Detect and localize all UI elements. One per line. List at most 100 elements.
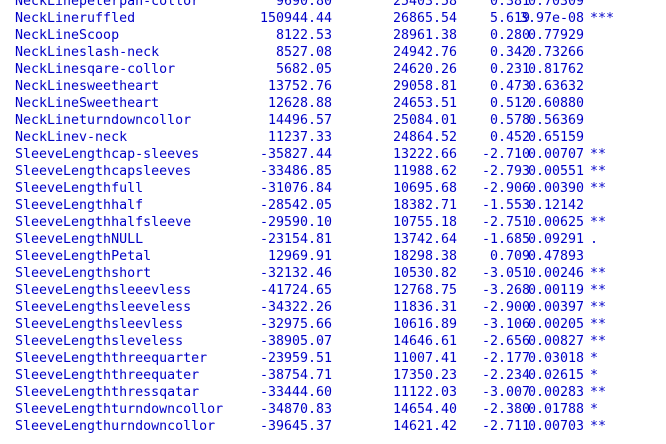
coef-t-value: -2.710 <box>481 147 530 162</box>
coef-table-row: SleeveLengththreequater -38754.71 17350.23… <box>0 367 666 384</box>
coef-p-value: 0.01788 <box>527 402 584 417</box>
coef-signif-code: ** <box>590 317 607 332</box>
coef-name: NeckLinev-neck <box>15 130 128 145</box>
coef-name: SleeveLengththreequater <box>15 368 200 383</box>
coef-signif-code: * <box>590 368 599 383</box>
coef-t-value: -3.007 <box>481 385 530 400</box>
coef-table-row: NeckLinesqare-collor 5682.05 24620.26 0.231… <box>0 61 666 78</box>
coef-std-error: 18298.38 <box>392 249 457 264</box>
coef-signif-code: ** <box>590 266 607 281</box>
coef-table-row: NeckLineruffled 150944.44 26865.54 5.619 3.9… <box>0 10 666 27</box>
coef-std-error: 10695.68 <box>392 181 457 196</box>
coef-p-value: 0.00119 <box>527 283 584 298</box>
coef-std-error: 24653.51 <box>392 96 457 111</box>
coef-std-error: 29058.81 <box>392 79 457 94</box>
coef-table-row: NeckLineturndowncollor 14496.57 25084.01 0.… <box>0 112 666 129</box>
coef-std-error: 11007.41 <box>392 351 457 366</box>
coef-t-value: -2.234 <box>481 368 530 383</box>
coef-t-value: -2.793 <box>481 164 530 179</box>
coef-estimate: -32975.66 <box>259 317 332 332</box>
coef-p-value: 0.63632 <box>527 79 584 94</box>
coef-name: NeckLinesqare-collor <box>15 62 176 77</box>
coef-p-value: 0.00283 <box>527 385 584 400</box>
coef-std-error: 10616.89 <box>392 317 457 332</box>
coef-std-error: 24620.26 <box>392 62 457 77</box>
coef-table-row: SleeveLengthcapsleeves -33486.85 11988.62 -… <box>0 163 666 180</box>
coef-t-value: 0.709 <box>489 249 530 264</box>
coef-p-value: 0.00246 <box>527 266 584 281</box>
coef-table-row: SleeveLengthsleevless -32975.66 10616.89 -3… <box>0 316 666 333</box>
coef-signif-code: ** <box>590 147 607 162</box>
coef-name: SleeveLengthshort <box>15 266 152 281</box>
coef-estimate: -23959.51 <box>259 351 332 366</box>
coef-table-row: SleeveLengthhalfsleeve -29590.10 10755.18 -… <box>0 214 666 231</box>
coef-t-value: 0.231 <box>489 62 530 77</box>
coef-t-value: 0.512 <box>489 96 530 111</box>
coef-table-row: NeckLinev-neck 11237.33 24864.52 0.452 0.651… <box>0 129 666 146</box>
coef-p-value: 0.12142 <box>527 198 584 213</box>
coef-signif-code: ** <box>590 283 607 298</box>
coef-table-row: SleeveLengthNULL -23154.81 13742.64 -1.685 0… <box>0 231 666 248</box>
coef-t-value: -2.906 <box>481 181 530 196</box>
coef-signif-code: * <box>590 351 599 366</box>
coef-estimate: -41724.65 <box>259 283 332 298</box>
coef-table-row: SleeveLengththreequarter -23959.51 11007.4… <box>0 350 666 367</box>
coef-estimate: 9690.80 <box>275 0 332 9</box>
coef-estimate: -33486.85 <box>259 164 332 179</box>
coef-std-error: 14654.40 <box>392 402 457 417</box>
coef-name: NeckLinesweetheart <box>15 79 160 94</box>
coef-estimate: 8122.53 <box>275 28 332 43</box>
coef-estimate: -39645.37 <box>259 419 332 434</box>
coef-std-error: 18382.71 <box>392 198 457 213</box>
coef-p-value: 0.09291 <box>527 232 584 247</box>
coef-p-value: 3.97e-08 <box>519 11 584 26</box>
coef-name: NeckLineruffled <box>15 11 136 26</box>
coef-table-row: SleeveLengthsleeevless -41724.65 12768.75 -… <box>0 282 666 299</box>
coef-t-value: -2.656 <box>481 334 530 349</box>
coef-table-row: SleeveLengthsleveless -38905.07 14646.61 -2… <box>0 333 666 350</box>
coef-p-value: 0.81762 <box>527 62 584 77</box>
coef-std-error: 12768.75 <box>392 283 457 298</box>
coef-table-row: SleeveLengthcap-sleeves -35827.44 13222.66… <box>0 146 666 163</box>
coef-name: SleeveLengthsleeveless <box>15 300 192 315</box>
coef-t-value: 0.342 <box>489 45 530 60</box>
coef-name: SleeveLengthturndowncollor <box>15 402 224 417</box>
coef-table-row: SleeveLengthPetal 12969.91 18298.38 0.709 0.… <box>0 248 666 265</box>
coef-name: SleeveLengthPetal <box>15 249 152 264</box>
coef-std-error: 24864.52 <box>392 130 457 145</box>
coef-t-value: -3.051 <box>481 266 530 281</box>
coef-signif-code: *** <box>590 11 615 26</box>
coef-estimate: 8527.08 <box>275 45 332 60</box>
coef-t-value: -2.751 <box>481 215 530 230</box>
coef-estimate: -28542.05 <box>259 198 332 213</box>
coef-name: SleeveLengthsleveless <box>15 334 184 349</box>
coef-estimate: -35827.44 <box>259 147 332 162</box>
coef-table-row: SleeveLengthfull -31076.84 10695.68 -2.906 0… <box>0 180 666 197</box>
coef-signif-code: * <box>590 402 599 417</box>
coef-std-error: 11836.31 <box>392 300 457 315</box>
coef-estimate: 5682.05 <box>275 62 332 77</box>
coef-p-value: 0.60880 <box>527 96 584 111</box>
coef-p-value: 0.70309 <box>527 0 584 9</box>
coef-std-error: 10530.82 <box>392 266 457 281</box>
coef-t-value: -2.177 <box>481 351 530 366</box>
coef-name: SleeveLengthcapsleeves <box>15 164 192 179</box>
coef-std-error: 11122.03 <box>392 385 457 400</box>
coef-signif-code: ** <box>590 215 607 230</box>
coef-estimate: 13752.76 <box>267 79 332 94</box>
coef-estimate: 12628.88 <box>267 96 332 111</box>
coef-signif-code: ** <box>590 181 607 196</box>
coef-name: SleeveLengthhalfsleeve <box>15 215 192 230</box>
coef-name: SleeveLengththressqatar <box>15 385 200 400</box>
coef-estimate: 14496.57 <box>267 113 332 128</box>
coef-estimate: -31076.84 <box>259 181 332 196</box>
coef-p-value: 0.02615 <box>527 368 584 383</box>
coef-std-error: 13222.66 <box>392 147 457 162</box>
coef-estimate: -29590.10 <box>259 215 332 230</box>
coef-name: NeckLineScoop <box>15 28 120 43</box>
coef-std-error: 17350.23 <box>392 368 457 383</box>
coef-p-value: 0.77929 <box>527 28 584 43</box>
coef-table-row: NeckLineSweetheart 12628.88 24653.51 0.512 0… <box>0 95 666 112</box>
coef-p-value: 0.65159 <box>527 130 584 145</box>
coef-table-row: SleeveLengthshort -32132.46 10530.82 -3.051… <box>0 265 666 282</box>
